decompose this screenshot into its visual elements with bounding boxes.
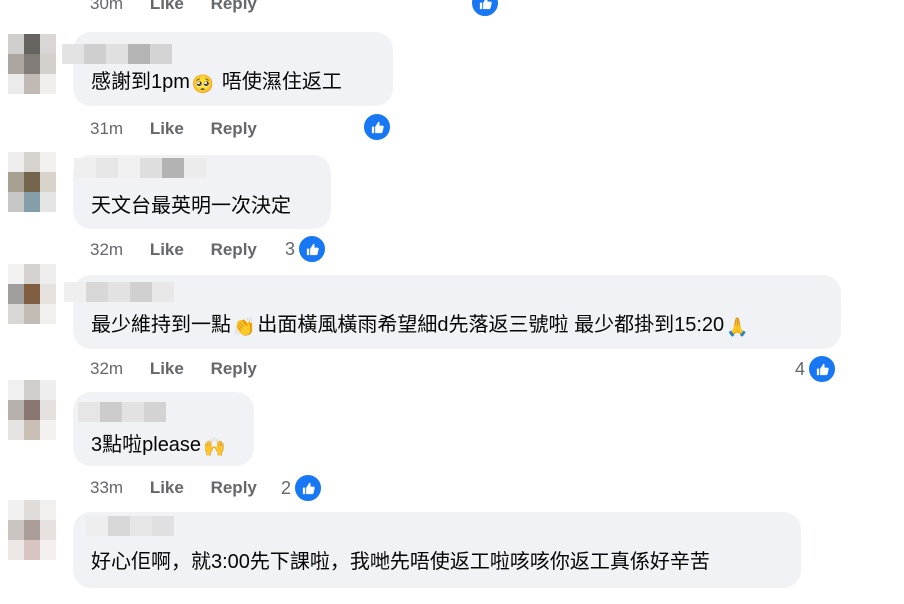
- pleading-face-emoji: 🥺: [191, 74, 215, 94]
- comment-time[interactable]: 30m: [90, 0, 123, 13]
- comment-text: 感謝到1pm 🥺 唔使濕住返工: [91, 69, 342, 97]
- commenter-name[interactable]: [86, 516, 174, 536]
- commenter-name[interactable]: [62, 44, 172, 64]
- commenter-name[interactable]: [74, 158, 206, 178]
- avatar[interactable]: [8, 264, 56, 324]
- like-button[interactable]: Like: [150, 478, 184, 497]
- like-reaction-icon: [807, 354, 838, 384]
- comment-time[interactable]: 31m: [90, 119, 123, 138]
- comment-text: 3點啦please 🙌: [91, 432, 227, 460]
- like-button[interactable]: Like: [150, 240, 184, 259]
- commenter-name[interactable]: [64, 282, 174, 302]
- folded-hands-emoji: 🙏: [726, 317, 749, 337]
- comment-meta: 31m Like Reply: [90, 119, 257, 139]
- like-button[interactable]: Like: [150, 359, 184, 378]
- reaction-summary[interactable]: 3: [285, 234, 328, 264]
- avatar[interactable]: [8, 152, 56, 212]
- reaction-summary[interactable]: 2: [281, 473, 324, 503]
- comment-meta: 32m Like Reply: [90, 240, 257, 260]
- clapping-hands-emoji: 👏: [233, 317, 256, 337]
- reply-button[interactable]: Reply: [211, 0, 257, 13]
- avatar[interactable]: [8, 34, 56, 94]
- like-button[interactable]: Like: [150, 0, 184, 13]
- reply-button[interactable]: Reply: [211, 359, 257, 378]
- reaction-count: 3: [285, 239, 296, 259]
- comment-meta: 32m Like Reply: [90, 359, 257, 379]
- comment-meta: 30m Like Reply: [90, 0, 257, 14]
- avatar[interactable]: [8, 500, 56, 560]
- reaction-count: 2: [281, 478, 292, 498]
- comment-time[interactable]: 33m: [90, 478, 123, 497]
- like-reaction-icon: [297, 234, 328, 264]
- reaction-summary[interactable]: 4: [795, 354, 838, 384]
- comment-text: 好心佢啊，就3:00先下課啦，我哋先唔使返工啦咳咳你返工真係好辛苦: [91, 551, 710, 573]
- reply-button[interactable]: Reply: [211, 478, 257, 497]
- reply-button[interactable]: Reply: [211, 240, 257, 259]
- like-reaction-icon: [470, 0, 500, 18]
- comment-time[interactable]: 32m: [90, 359, 123, 378]
- like-button[interactable]: Like: [150, 119, 184, 138]
- comment-meta: 33m Like Reply: [90, 478, 257, 498]
- comments-feed: 30m Like Reply 感謝到1pm 🥺 唔使濕住返工 31m Like R…: [0, 0, 904, 604]
- reply-button[interactable]: Reply: [211, 119, 257, 138]
- raising-hands-emoji: 🙌: [203, 437, 226, 457]
- avatar[interactable]: [8, 380, 56, 440]
- reaction-summary[interactable]: [362, 112, 392, 142]
- commenter-name[interactable]: [78, 402, 166, 422]
- comment-text: 最少維持到一點 👏 出面橫風橫雨希望細d先落返三號啦 最少都掛到15:20 🙏: [91, 312, 751, 340]
- reaction-count: 4: [795, 359, 806, 379]
- comment-text: 天文台最英明一次決定: [91, 195, 291, 217]
- like-reaction-icon: [293, 473, 324, 503]
- reaction-summary[interactable]: [470, 0, 500, 18]
- comment-time[interactable]: 32m: [90, 240, 123, 259]
- like-reaction-icon: [362, 112, 392, 142]
